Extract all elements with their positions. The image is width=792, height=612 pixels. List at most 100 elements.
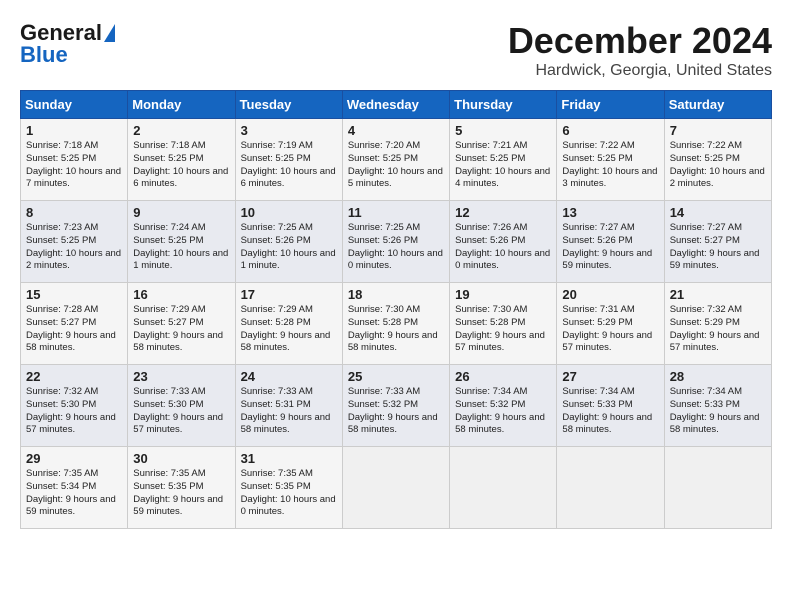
header-day-friday: Friday (557, 91, 664, 119)
day-number: 13 (562, 205, 658, 220)
header-row: SundayMondayTuesdayWednesdayThursdayFrid… (21, 91, 772, 119)
calendar-cell: 13 Sunrise: 7:27 AMSunset: 5:26 PMDayligh… (557, 201, 664, 283)
day-number: 24 (241, 369, 337, 384)
calendar-cell: 20Sunrise: 7:31 AMSunset: 5:29 PMDayligh… (557, 283, 664, 365)
week-row-1: 1 Sunrise: 7:18 AMSunset: 5:25 PMDaylight… (21, 119, 772, 201)
cell-text: Sunrise: 7:19 AMSunset: 5:25 PMDaylight:… (241, 140, 336, 189)
day-number: 3 (241, 123, 337, 138)
calendar-cell: 18 Sunrise: 7:30 AMSunset: 5:28 PMDayligh… (342, 283, 449, 365)
cell-text: Sunrise: 7:26 AMSunset: 5:26 PMDaylight:… (455, 222, 550, 271)
header: General Blue December 2024 Hardwick, Geo… (20, 20, 772, 80)
day-number: 15 (26, 287, 122, 302)
header-day-wednesday: Wednesday (342, 91, 449, 119)
cell-text: Sunrise: 7:18 AMSunset: 5:25 PMDaylight:… (26, 140, 121, 189)
cell-text: Sunrise: 7:24 AMSunset: 5:25 PMDaylight:… (133, 222, 228, 271)
day-number: 29 (26, 451, 122, 466)
cell-text: Sunrise: 7:32 AMSunset: 5:30 PMDaylight:… (26, 386, 116, 435)
calendar-cell: 7 Sunrise: 7:22 AMSunset: 5:25 PMDaylight… (664, 119, 771, 201)
day-number: 23 (133, 369, 229, 384)
calendar-cell: 19 Sunrise: 7:30 AMSunset: 5:28 PMDayligh… (450, 283, 557, 365)
week-row-3: 15 Sunrise: 7:28 AMSunset: 5:27 PMDayligh… (21, 283, 772, 365)
day-number: 12 (455, 205, 551, 220)
cell-text: Sunrise: 7:34 AMSunset: 5:33 PMDaylight:… (670, 386, 760, 435)
calendar-cell: 17Sunrise: 7:29 AMSunset: 5:28 PMDayligh… (235, 283, 342, 365)
cell-text: Sunrise: 7:28 AMSunset: 5:27 PMDaylight:… (26, 304, 116, 353)
calendar-cell: 4Sunrise: 7:20 AMSunset: 5:25 PMDaylight… (342, 119, 449, 201)
day-number: 17 (241, 287, 337, 302)
cell-text: Sunrise: 7:21 AMSunset: 5:25 PMDaylight:… (455, 140, 550, 189)
header-day-tuesday: Tuesday (235, 91, 342, 119)
day-number: 28 (670, 369, 766, 384)
day-number: 2 (133, 123, 229, 138)
day-number: 6 (562, 123, 658, 138)
cell-text: Sunrise: 7:33 AMSunset: 5:30 PMDaylight:… (133, 386, 223, 435)
calendar-cell: 31 Sunrise: 7:35 AMSunset: 5:35 PMDayligh… (235, 447, 342, 529)
day-number: 11 (348, 205, 444, 220)
cell-text: Sunrise: 7:32 AMSunset: 5:29 PMDaylight:… (670, 304, 760, 353)
header-day-monday: Monday (128, 91, 235, 119)
cell-text: Sunrise: 7:25 AMSunset: 5:26 PMDaylight:… (241, 222, 336, 271)
cell-text: Sunrise: 7:29 AMSunset: 5:27 PMDaylight:… (133, 304, 223, 353)
day-number: 30 (133, 451, 229, 466)
calendar-cell (664, 447, 771, 529)
day-number: 27 (562, 369, 658, 384)
calendar-cell: 5 Sunrise: 7:21 AMSunset: 5:25 PMDaylight… (450, 119, 557, 201)
calendar-cell: 16 Sunrise: 7:29 AMSunset: 5:27 PMDayligh… (128, 283, 235, 365)
calendar-body: 1 Sunrise: 7:18 AMSunset: 5:25 PMDaylight… (21, 119, 772, 529)
cell-text: Sunrise: 7:30 AMSunset: 5:28 PMDaylight:… (348, 304, 438, 353)
cell-text: Sunrise: 7:23 AMSunset: 5:25 PMDaylight:… (26, 222, 121, 271)
cell-text: Sunrise: 7:22 AMSunset: 5:25 PMDaylight:… (562, 140, 657, 189)
header-day-thursday: Thursday (450, 91, 557, 119)
header-day-sunday: Sunday (21, 91, 128, 119)
calendar-cell: 12 Sunrise: 7:26 AMSunset: 5:26 PMDayligh… (450, 201, 557, 283)
day-number: 20 (562, 287, 658, 302)
calendar-cell: 14 Sunrise: 7:27 AMSunset: 5:27 PMDayligh… (664, 201, 771, 283)
calendar-cell: 9Sunrise: 7:24 AMSunset: 5:25 PMDaylight… (128, 201, 235, 283)
week-row-2: 8 Sunrise: 7:23 AMSunset: 5:25 PMDaylight… (21, 201, 772, 283)
day-number: 31 (241, 451, 337, 466)
day-number: 18 (348, 287, 444, 302)
day-number: 19 (455, 287, 551, 302)
cell-text: Sunrise: 7:25 AMSunset: 5:26 PMDaylight:… (348, 222, 443, 271)
calendar-cell (557, 447, 664, 529)
week-row-5: 29 Sunrise: 7:35 AMSunset: 5:34 PMDayligh… (21, 447, 772, 529)
month-title: December 2024 (508, 20, 772, 62)
day-number: 1 (26, 123, 122, 138)
location-title: Hardwick, Georgia, United States (508, 62, 772, 80)
cell-text: Sunrise: 7:22 AMSunset: 5:25 PMDaylight:… (670, 140, 765, 189)
day-number: 26 (455, 369, 551, 384)
calendar-cell: 24 Sunrise: 7:33 AMSunset: 5:31 PMDayligh… (235, 365, 342, 447)
cell-text: Sunrise: 7:35 AMSunset: 5:34 PMDaylight:… (26, 468, 116, 517)
day-number: 7 (670, 123, 766, 138)
day-number: 14 (670, 205, 766, 220)
cell-text: Sunrise: 7:27 AMSunset: 5:26 PMDaylight:… (562, 222, 652, 271)
calendar-header: SundayMondayTuesdayWednesdayThursdayFrid… (21, 91, 772, 119)
header-day-saturday: Saturday (664, 91, 771, 119)
calendar-cell (450, 447, 557, 529)
day-number: 22 (26, 369, 122, 384)
day-number: 5 (455, 123, 551, 138)
cell-text: Sunrise: 7:35 AMSunset: 5:35 PMDaylight:… (241, 468, 336, 517)
calendar-cell: 3 Sunrise: 7:19 AMSunset: 5:25 PMDaylight… (235, 119, 342, 201)
day-number: 10 (241, 205, 337, 220)
day-number: 8 (26, 205, 122, 220)
cell-text: Sunrise: 7:33 AMSunset: 5:31 PMDaylight:… (241, 386, 331, 435)
logo: General Blue (20, 20, 115, 68)
cell-text: Sunrise: 7:27 AMSunset: 5:27 PMDaylight:… (670, 222, 760, 271)
calendar-cell: 28 Sunrise: 7:34 AMSunset: 5:33 PMDayligh… (664, 365, 771, 447)
cell-text: Sunrise: 7:30 AMSunset: 5:28 PMDaylight:… (455, 304, 545, 353)
calendar-cell: 30 Sunrise: 7:35 AMSunset: 5:35 PMDayligh… (128, 447, 235, 529)
calendar-cell: 26Sunrise: 7:34 AMSunset: 5:32 PMDayligh… (450, 365, 557, 447)
cell-text: Sunrise: 7:20 AMSunset: 5:25 PMDaylight:… (348, 140, 443, 189)
calendar-cell: 11 Sunrise: 7:25 AMSunset: 5:26 PMDayligh… (342, 201, 449, 283)
calendar-cell: 1 Sunrise: 7:18 AMSunset: 5:25 PMDaylight… (21, 119, 128, 201)
day-number: 16 (133, 287, 229, 302)
logo-text-blue: Blue (20, 42, 68, 68)
calendar-cell: 23 Sunrise: 7:33 AMSunset: 5:30 PMDayligh… (128, 365, 235, 447)
cell-text: Sunrise: 7:18 AMSunset: 5:25 PMDaylight:… (133, 140, 228, 189)
calendar-cell: 25Sunrise: 7:33 AMSunset: 5:32 PMDayligh… (342, 365, 449, 447)
cell-text: Sunrise: 7:35 AMSunset: 5:35 PMDaylight:… (133, 468, 223, 517)
cell-text: Sunrise: 7:34 AMSunset: 5:33 PMDaylight:… (562, 386, 652, 435)
week-row-4: 22 Sunrise: 7:32 AMSunset: 5:30 PMDayligh… (21, 365, 772, 447)
logo-arrow-icon (104, 24, 115, 42)
